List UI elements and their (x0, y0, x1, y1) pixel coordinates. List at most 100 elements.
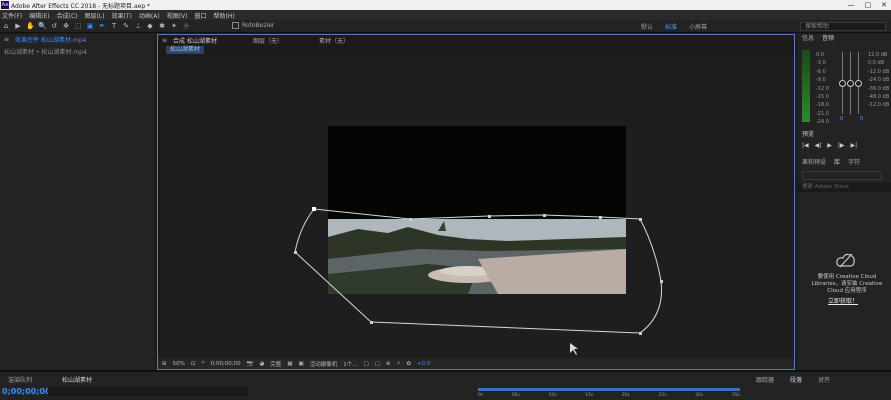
selection-tool-icon[interactable]: ▶ (14, 22, 22, 31)
app-logo-icon: Ae (1, 1, 9, 9)
pen-tool-icon[interactable]: ✒ (98, 22, 106, 31)
time-ruler[interactable]: 0s 05s 10s 15s 20s 25s 30s 35s (478, 388, 740, 400)
roto-brush-tool-icon[interactable]: ✱ (158, 22, 166, 31)
camera-tool-icon[interactable]: ✥ (62, 22, 70, 31)
db-scale-left: 0.0 -3.0 -6.0 -9.0 -12.0 -15.0 -18.0 -21… (816, 52, 829, 126)
channel-icon[interactable]: ◕ (259, 361, 264, 367)
composition-viewer[interactable] (160, 57, 793, 359)
region-icon[interactable]: ⌗ (201, 360, 204, 367)
zoom-select[interactable]: 50% (173, 361, 185, 367)
workspace-default[interactable]: 默认 (641, 22, 653, 31)
menu-edit[interactable]: 编辑(E) (29, 11, 49, 20)
timeline-search-input[interactable] (48, 387, 248, 396)
current-time[interactable]: 0;00;00;00 (211, 361, 241, 367)
fit-icon[interactable]: ⊡ (191, 361, 196, 367)
library-select[interactable] (802, 171, 882, 180)
minimize-button[interactable]: — (848, 0, 855, 10)
rotate-tool-icon[interactable]: ↺ (50, 22, 58, 31)
audio-value-left[interactable]: 0 (840, 116, 843, 122)
menu-bar: 文件(F) 编辑(E) 合成(C) 图层(L) 效果(T) 动画(A) 视图(V… (0, 10, 891, 20)
tab-align[interactable]: 对齐 (818, 375, 830, 384)
fast-preview-icon[interactable]: ⚡ (397, 361, 401, 367)
menu-view[interactable]: 视图(V) (167, 11, 188, 20)
viewer-footer: ⊞ 50% ⊡ ⌗ 0;00;00;00 📷 ◕ 完整 ▦ ▣ 活动摄像机 1个… (158, 358, 794, 369)
menu-help[interactable]: 帮助(H) (214, 11, 235, 20)
views-select[interactable]: 1个... (343, 360, 357, 368)
work-area-bar[interactable] (478, 388, 740, 391)
home-icon[interactable]: ⌂ (2, 22, 10, 31)
flowchart-icon[interactable]: ⊕ (386, 361, 391, 367)
tab-audio[interactable]: 音频 (822, 34, 834, 44)
tab-preview[interactable]: 预览 (802, 130, 814, 140)
timeline-timecode[interactable]: 0;00;00;00 (2, 387, 51, 396)
fader-knob-center[interactable] (847, 80, 854, 87)
play-icon[interactable]: ▶ (827, 142, 832, 149)
workspace-standard[interactable]: 标准 (665, 22, 677, 31)
tab-effects-presets[interactable]: 果和预设 (802, 158, 826, 168)
comp-breadcrumb[interactable]: 松山湖素材 (166, 46, 205, 54)
tab-footage[interactable]: 素材（无） (319, 36, 349, 45)
menu-window[interactable]: 窗口 (194, 11, 206, 20)
camera-select[interactable]: 活动摄像机 (310, 360, 338, 368)
right-panel: 信息 音频 0.0 -3.0 -6.0 -9.0 -12.0 -15.0 -18… (798, 34, 891, 370)
snapshot-icon[interactable]: 📷 (247, 361, 254, 367)
mask-visibility-icon[interactable]: ▣ (299, 361, 304, 367)
zoom-tool-icon[interactable]: 🔍 (38, 22, 47, 31)
menu-effect[interactable]: 效果(T) (112, 11, 132, 20)
tab-character[interactable]: 字符 (848, 158, 860, 168)
window-title: Adobe After Effects CC 2018 - 无标题项目.aep … (11, 2, 151, 10)
last-frame-icon[interactable]: ▶| (851, 142, 858, 149)
type-tool-icon[interactable]: T (110, 22, 118, 31)
get-now-link[interactable]: 立即获取！ (828, 296, 858, 305)
workspace-small-screen[interactable]: 小屏幕 (689, 22, 707, 31)
rectangle-tool-icon[interactable]: ▣ (86, 22, 94, 31)
previous-frame-icon[interactable]: ◀| (815, 142, 822, 149)
pan-behind-tool-icon[interactable]: ⬚ (74, 22, 82, 31)
puppet-tool-icon[interactable]: ✴ (170, 22, 178, 31)
tab-timeline-comp[interactable]: 松山湖素材 (62, 375, 92, 384)
title-bar: Ae Adobe After Effects CC 2018 - 无标题项目.a… (0, 0, 891, 10)
tab-effect-controls[interactable]: 效果控件 松山湖素材.mp4 (15, 35, 86, 44)
resolution-select[interactable]: 完整 (270, 360, 281, 368)
panel-menu-icon[interactable]: ≡ (162, 37, 167, 44)
composition-panel: ≡ 合成 松山湖素材 图层（无） 素材（无） 松山湖素材 ⊞ 50% ⊡ ⌗ 0… (157, 34, 795, 370)
next-frame-icon[interactable]: |▶ (838, 142, 845, 149)
maximize-button[interactable]: □ (865, 0, 872, 10)
menu-composition[interactable]: 合成(C) (57, 11, 78, 20)
pin-tool-icon[interactable]: ⊹ (182, 22, 190, 31)
tab-info[interactable]: 信息 (802, 34, 814, 44)
panel-menu-icon[interactable]: ≡ (4, 36, 9, 43)
close-button[interactable]: ✕ (881, 0, 887, 10)
tab-layer[interactable]: 图层（无） (253, 36, 283, 45)
rotobezier-checkbox[interactable] (232, 22, 239, 29)
tab-libraries[interactable]: 库 (834, 158, 840, 168)
toggle-icon-1[interactable]: ▢ (363, 361, 368, 367)
always-preview-icon[interactable]: ⊞ (162, 361, 167, 367)
timeline-panel: 渲染队列 松山湖素材 0;00;00;00 0s 05s 10s 15s 20s… (0, 370, 891, 400)
menu-layer[interactable]: 图层(L) (85, 11, 105, 20)
first-frame-icon[interactable]: |◀ (802, 142, 809, 149)
stock-search-input[interactable]: 搜索 Adobe Stock (798, 183, 891, 192)
mask-path[interactable] (160, 57, 793, 359)
menu-file[interactable]: 文件(F) (2, 11, 22, 20)
clone-stamp-tool-icon[interactable]: ⊥ (134, 22, 142, 31)
transparency-grid-icon[interactable]: ▦ (287, 361, 292, 367)
reset-exposure-icon[interactable]: ✿ (406, 361, 411, 367)
fader-knob-right[interactable] (855, 80, 862, 87)
fader-knob-left[interactable] (839, 80, 846, 87)
effect-controls-subtitle: 松山湖素材 • 松山湖素材.mp4 (4, 49, 87, 56)
effect-controls-panel: ≡ 效果控件 松山湖素材.mp4 松山湖素材 • 松山湖素材.mp4 (0, 34, 154, 370)
search-help-input[interactable]: 搜索帮助 (800, 22, 886, 31)
toggle-icon-2[interactable]: ▢ (375, 361, 380, 367)
eraser-tool-icon[interactable]: ◆ (146, 22, 154, 31)
menu-animation[interactable]: 动画(A) (139, 11, 160, 20)
tab-tracker[interactable]: 跟踪器 (756, 375, 774, 384)
audio-value-right[interactable]: 0 (860, 116, 863, 122)
tab-composition[interactable]: 合成 松山湖素材 (173, 36, 217, 45)
tab-paragraph[interactable]: 段落 (790, 375, 802, 384)
hand-tool-icon[interactable]: ✋ (26, 22, 35, 31)
exposure-value[interactable]: +0.0 (417, 361, 430, 367)
brush-tool-icon[interactable]: ✎ (122, 22, 130, 31)
preview-transport: |◀ ◀| ▶ |▶ ▶| (802, 142, 857, 149)
tab-render-queue[interactable]: 渲染队列 (8, 375, 32, 384)
